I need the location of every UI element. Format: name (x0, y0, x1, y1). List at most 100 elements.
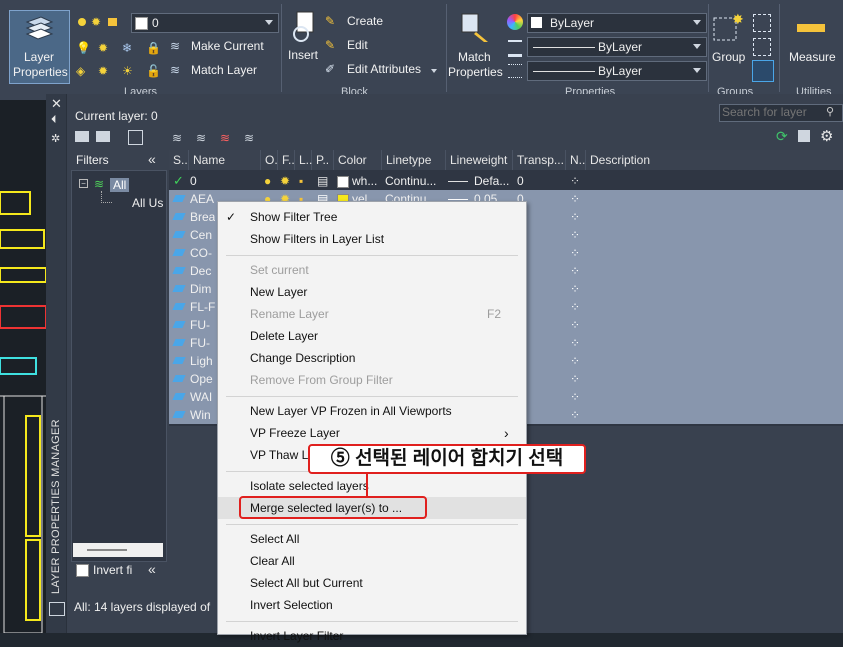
layer-isolate-icon[interactable]: ◈ (76, 64, 85, 78)
new-property-filter-icon[interactable] (75, 131, 89, 142)
layer-row[interactable]: ✓ 0 ● ✹ ▪ ▤ wh... Continu... Defa... 0 ⁘ (169, 172, 843, 190)
col-header-linetype[interactable]: Linetype (382, 150, 446, 170)
layer-unlock-icon[interactable]: 🔓 (146, 64, 161, 78)
menu-item-select-all[interactable]: Select All (218, 528, 526, 550)
auto-hide-icon[interactable]: ⏴ (51, 114, 57, 127)
invert-filter-checkbox[interactable] (76, 564, 89, 577)
col-header-status[interactable]: S.. (169, 150, 189, 170)
search-layer-field[interactable] (722, 105, 822, 119)
col-header-lock[interactable]: L.. (295, 150, 312, 170)
settings-icon[interactable]: ✲ (51, 132, 60, 145)
match-layer-button[interactable]: ≋ Match Layer (168, 62, 272, 80)
col-header-on[interactable]: O.. (261, 150, 281, 170)
menu-item-change-description[interactable]: Change Description (218, 347, 526, 369)
ungroup-icon[interactable] (753, 14, 771, 32)
gear-icon[interactable]: ⚙ (820, 127, 833, 145)
edit-block-button[interactable]: ✎ Edit (323, 37, 403, 55)
col-header-freeze[interactable]: F.. (278, 150, 295, 170)
refresh-icon[interactable]: ⟳ (776, 128, 788, 145)
menu-item-select-all-but-current[interactable]: Select All but Current (218, 572, 526, 594)
new-vp-freeze-icon[interactable]: ⁘ (570, 226, 580, 244)
menu-item-invert-selection[interactable]: Invert Selection (218, 594, 526, 616)
menu-item-clear-all[interactable]: Clear All (218, 550, 526, 572)
color-swatch[interactable] (337, 176, 349, 188)
new-vp-freeze-icon[interactable]: ⁘ (570, 262, 580, 280)
set-current-icon[interactable]: ≋ (244, 131, 254, 145)
color-dropdown[interactable]: ByLayer (527, 13, 707, 33)
col-header-name[interactable]: Name (189, 150, 261, 170)
col-header-description[interactable]: Description (586, 150, 843, 170)
group-select-icon[interactable] (752, 60, 774, 82)
lineweight-dropdown[interactable]: ByLayer (527, 37, 707, 57)
filters-scrollbar[interactable] (73, 543, 163, 557)
plot-printer-icon[interactable]: ▤ (317, 172, 328, 190)
group-button[interactable]: ✸ Group (710, 12, 750, 72)
col-header-newvp[interactable]: N.. (566, 150, 586, 170)
new-vp-freeze-icon[interactable]: ⁘ (570, 244, 580, 262)
col-header-color[interactable]: Color (334, 150, 382, 170)
make-current-button[interactable]: ≋ Make Current (168, 38, 272, 56)
collapse-filters-icon[interactable]: « (148, 151, 156, 167)
menu-item-invert-layer-filter[interactable]: Invert Layer Filter (218, 625, 526, 647)
new-vp-frozen-layer-icon[interactable]: ≋ (196, 131, 206, 145)
layer-walk-icon[interactable]: ☀ (122, 64, 133, 78)
layer-thaw-all-icon[interactable]: ✹ (98, 64, 108, 78)
insert-block-icon (293, 11, 314, 42)
layer-off-icon[interactable]: 💡 (76, 41, 91, 55)
create-block-button[interactable]: ✎ Create (323, 13, 403, 31)
ribbon-separator (446, 4, 447, 92)
scrollbar-thumb[interactable] (87, 549, 127, 551)
group-edit-icon[interactable] (753, 38, 771, 56)
thaw-sun-icon[interactable]: ✹ (280, 172, 290, 190)
measure-button[interactable]: Measure (783, 12, 841, 72)
close-icon[interactable]: ✕ (51, 96, 62, 112)
new-vp-freeze-icon[interactable]: ⁘ (570, 370, 580, 388)
new-vp-freeze-icon[interactable]: ⁘ (570, 172, 580, 190)
search-layer-input[interactable]: ⚲ (719, 104, 843, 122)
new-layer-icon[interactable]: ≋ (172, 131, 182, 145)
menu-item-show-filter-tree[interactable]: ✓ Show Filter Tree (218, 206, 526, 228)
edit-attributes-button[interactable]: ✐ Edit Attributes (323, 61, 441, 79)
layer-freeze-icon[interactable]: ✹ (98, 41, 108, 55)
menu-separator (226, 396, 518, 397)
menu-item-vp-freeze-layer[interactable]: VP Freeze Layer › (218, 422, 526, 444)
layer-settings-icon[interactable] (798, 130, 810, 142)
filter-all-used-node[interactable]: All Us (132, 196, 163, 210)
new-vp-freeze-icon[interactable]: ⁘ (570, 280, 580, 298)
menu-item-show-filters-in-list[interactable]: Show Filters in Layer List (218, 228, 526, 250)
menu-item-new-layer-vp-frozen[interactable]: New Layer VP Frozen in All Viewports (218, 400, 526, 422)
new-vp-freeze-icon[interactable]: ⁘ (570, 334, 580, 352)
layer-dropdown-value: 0 (152, 16, 159, 30)
new-vp-freeze-icon[interactable]: ⁘ (570, 208, 580, 226)
match-properties-button[interactable]: Match Properties (448, 10, 504, 82)
linetype-dropdown[interactable]: ByLayer (527, 61, 707, 81)
layer-iso-icon[interactable]: ❄ (122, 41, 132, 55)
delete-layer-icon[interactable]: ≋ (220, 131, 230, 145)
menu-item-delete-layer[interactable]: Delete Layer (218, 325, 526, 347)
unlock-icon[interactable]: ▪ (299, 172, 303, 190)
insert-button[interactable]: Insert (284, 10, 322, 70)
menu-item-isolate-selected[interactable]: Isolate selected layers (218, 475, 526, 497)
col-header-transparency[interactable]: Transp... (513, 150, 566, 170)
layer-dropdown[interactable]: 0 (131, 13, 279, 33)
col-header-plot[interactable]: P.. (312, 150, 334, 170)
filter-all-node[interactable]: All (110, 178, 130, 192)
new-vp-freeze-icon[interactable]: ⁘ (570, 298, 580, 316)
new-group-filter-icon[interactable] (96, 131, 110, 142)
tree-expand-icon[interactable]: − (79, 179, 88, 188)
thaw-sun-icon: ✹ (91, 15, 102, 29)
color-dropdown-value: ByLayer (550, 16, 595, 30)
collapse-icon[interactable]: « (148, 561, 156, 577)
new-vp-freeze-icon[interactable]: ⁘ (570, 352, 580, 370)
layer-lock-icon[interactable]: 🔒 (146, 41, 161, 55)
drawing-area[interactable] (0, 100, 46, 633)
new-vp-freeze-icon[interactable]: ⁘ (570, 388, 580, 406)
layer-states-manager-icon[interactable] (128, 130, 143, 145)
on-bulb-icon[interactable]: ● (264, 172, 271, 190)
new-vp-freeze-icon[interactable]: ⁘ (570, 316, 580, 334)
new-vp-freeze-icon[interactable]: ⁘ (570, 190, 580, 208)
new-vp-freeze-icon[interactable]: ⁘ (570, 406, 580, 424)
col-header-lineweight[interactable]: Lineweight (446, 150, 513, 170)
layer-properties-button[interactable]: Layer Properties (9, 10, 70, 84)
menu-item-new-layer[interactable]: New Layer (218, 281, 526, 303)
